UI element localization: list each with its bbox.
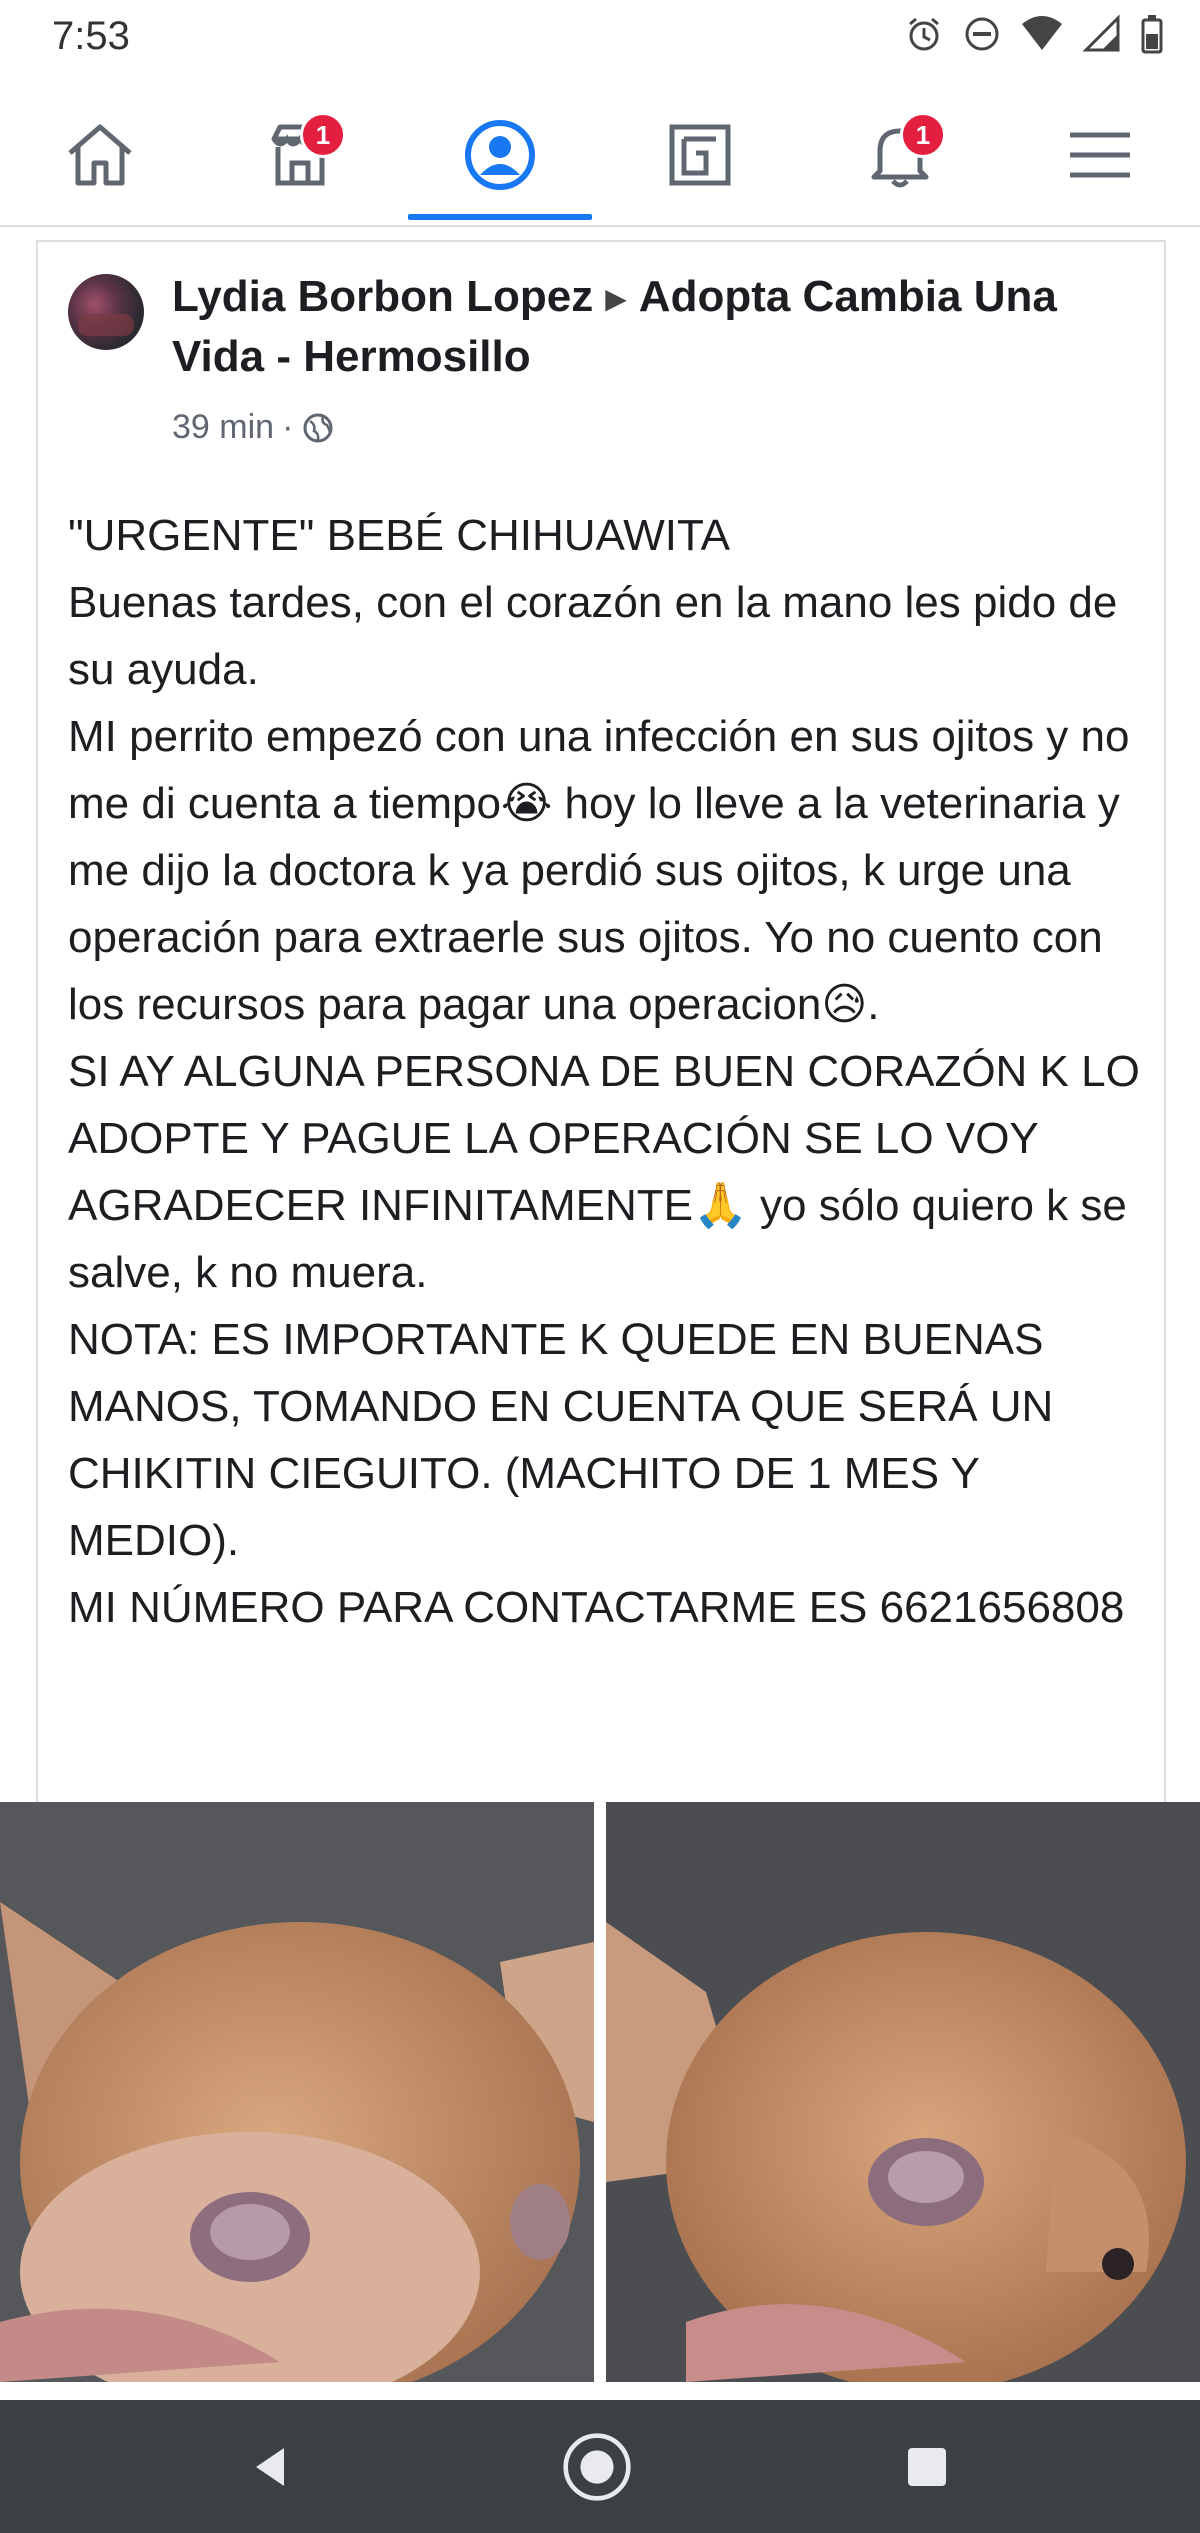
post-photo-1[interactable] [0,1802,594,2382]
pages-icon [669,124,731,186]
alarm-icon [904,14,944,59]
home-circle-icon [563,2433,631,2501]
arrow-right-icon: ▶ [605,283,627,315]
battery-icon [1140,14,1164,59]
top-navigation: 1 1 [0,90,1200,227]
puppy-photo-1-icon [0,1802,594,2382]
home-icon [68,124,132,186]
meta-separator: · [282,408,294,446]
post-header: Lydia Borbon Lopez ▶ Adopta Cambia Una Vid… [172,268,1112,386]
marketplace-badge: 1 [300,112,346,158]
globe-icon [303,413,333,442]
notifications-badge: 1 [900,112,946,158]
author-avatar[interactable] [68,274,144,350]
home-button[interactable] [562,2432,632,2502]
nav-home[interactable] [40,110,160,200]
active-tab-indicator [408,214,592,220]
back-icon [256,2448,284,2486]
status-icons [904,14,1164,59]
post-card: Lydia Borbon Lopez ▶ Adopta Cambia Una Vid… [36,240,1166,1802]
system-navigation-bar [0,2400,1200,2533]
puppy-photo-2-icon [606,1802,1200,2382]
signal-icon [1082,14,1122,59]
nav-pages[interactable] [640,110,760,200]
status-bar: 7:53 [0,0,1200,80]
post-meta: 39 min · [172,408,335,447]
nav-marketplace[interactable]: 1 [240,110,360,200]
post-time[interactable]: 39 min [172,408,274,447]
wifi-icon [1020,14,1064,59]
nav-notifications[interactable]: 1 [840,110,960,200]
recents-icon [908,2448,946,2486]
nav-menu[interactable] [1040,110,1160,200]
back-button[interactable] [236,2432,306,2502]
post-photo-2[interactable] [606,1802,1200,2382]
do-not-disturb-icon [962,14,1002,59]
author-name[interactable]: Lydia Borbon Lopez [172,272,593,321]
recents-button[interactable] [892,2432,962,2502]
hamburger-icon [1070,132,1130,178]
post-text: "URGENTE" BEBÉ CHIHUAWITA Buenas tardes,… [68,511,1140,1632]
status-time: 7:53 [52,14,130,58]
profile-icon [465,120,535,190]
nav-profile[interactable] [440,110,560,200]
